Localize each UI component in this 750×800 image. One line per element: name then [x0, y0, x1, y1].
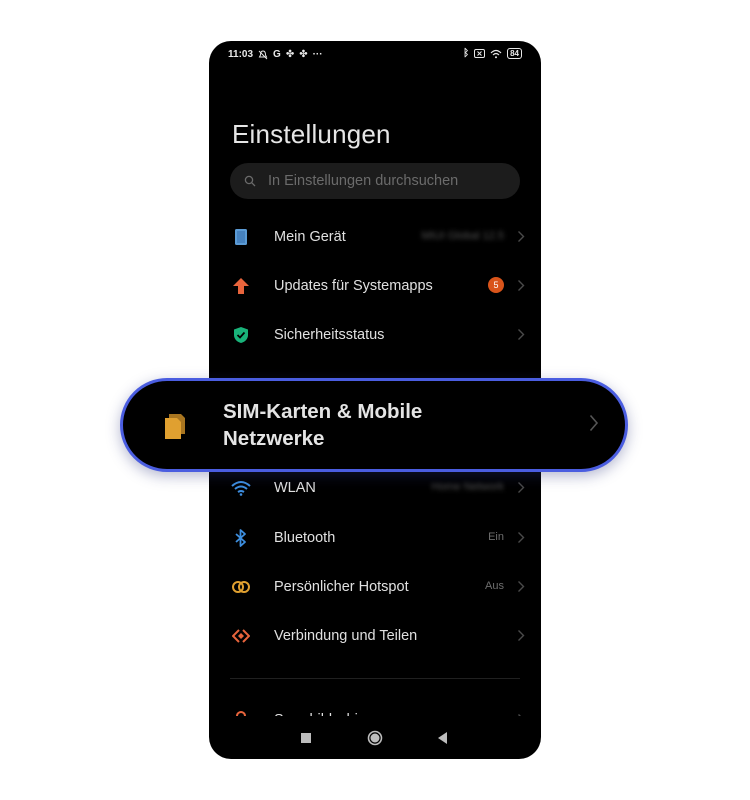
status-bar: 11:03 G ✤ ✤ ··· ᛒ 84: [209, 41, 541, 71]
settings-item-label: Updates für Systemapps: [274, 278, 433, 294]
search-icon: [244, 175, 256, 187]
recents-button[interactable]: [301, 733, 311, 743]
chevron-right-icon: [589, 414, 599, 432]
search-input[interactable]: In Einstellungen durchsuchen: [230, 163, 520, 199]
wifi-status-icon: [490, 49, 502, 58]
highlight-label: SIM-Karten & Mobile Netzwerke: [223, 398, 543, 452]
settings-item-system-app-updates[interactable]: Updates für Systemapps 5: [209, 266, 541, 306]
fan-icon: ✤: [299, 49, 308, 60]
settings-item-label: Verbindung und Teilen: [274, 628, 418, 644]
settings-item-my-device[interactable]: Mein Gerät MIUI Global 12.5: [209, 217, 541, 257]
back-button[interactable]: [438, 732, 448, 744]
chevron-right-icon: [518, 482, 525, 493]
sim-card-icon: [163, 412, 187, 445]
bluetooth-status-icon: ᛒ: [463, 48, 470, 59]
page-title: Einstellungen: [232, 119, 391, 149]
hotspot-icon: [231, 577, 251, 597]
chevron-right-icon: [518, 630, 525, 641]
settings-item-label: Persönlicher Hotspot: [274, 579, 409, 595]
fan-icon: ✤: [285, 49, 295, 60]
update-count-badge: 5: [488, 277, 504, 293]
settings-item-connection-sharing[interactable]: Verbindung und Teilen: [209, 616, 541, 656]
chevron-right-icon: [518, 280, 525, 291]
update-arrow-icon: [231, 276, 251, 296]
status-time: 11:03: [228, 49, 254, 60]
settings-item-label: Bluetooth: [274, 530, 336, 546]
navigation-bar: [209, 719, 541, 759]
chevron-right-icon: [518, 329, 525, 340]
settings-item-security-status[interactable]: Sicherheitsstatus: [209, 315, 541, 355]
settings-item-label: Sicherheitsstatus: [274, 327, 385, 343]
device-icon: [231, 227, 251, 247]
settings-item-value: Aus: [485, 580, 504, 592]
shield-check-icon: [231, 325, 251, 345]
chevron-right-icon: [518, 581, 525, 592]
battery-icon: 84: [507, 48, 522, 59]
highlight-label-line1: SIM-Karten & Mobile: [223, 400, 423, 423]
settings-item-label: Mein Gerät: [274, 229, 346, 245]
settings-item-sim-mobile-networks-highlight[interactable]: SIM-Karten & Mobile Netzwerke: [120, 378, 628, 472]
more-dots-icon: ···: [312, 49, 323, 60]
settings-item-value: Home Network: [431, 481, 504, 493]
connection-share-icon: [231, 626, 251, 646]
bluetooth-icon: [231, 528, 251, 548]
settings-item-label: WLAN: [274, 480, 316, 496]
google-icon: G: [273, 49, 281, 60]
chevron-right-icon: [518, 532, 525, 543]
settings-item-value: MIUI Global 12.5: [421, 230, 504, 242]
settings-item-wlan[interactable]: WLAN Home Network: [209, 468, 541, 508]
settings-item-value: Ein: [488, 531, 504, 543]
bell-off-icon: [258, 49, 268, 59]
chevron-right-icon: [518, 231, 525, 242]
highlight-label-line2: Netzwerke: [223, 427, 325, 450]
wifi-icon: [231, 478, 251, 498]
settings-item-hotspot[interactable]: Persönlicher Hotspot Aus: [209, 567, 541, 607]
search-placeholder: In Einstellungen durchsuchen: [268, 173, 459, 189]
home-button[interactable]: [367, 730, 383, 746]
section-divider: [230, 678, 520, 679]
settings-item-bluetooth[interactable]: Bluetooth Ein: [209, 518, 541, 558]
sim-x-icon: [474, 49, 486, 58]
